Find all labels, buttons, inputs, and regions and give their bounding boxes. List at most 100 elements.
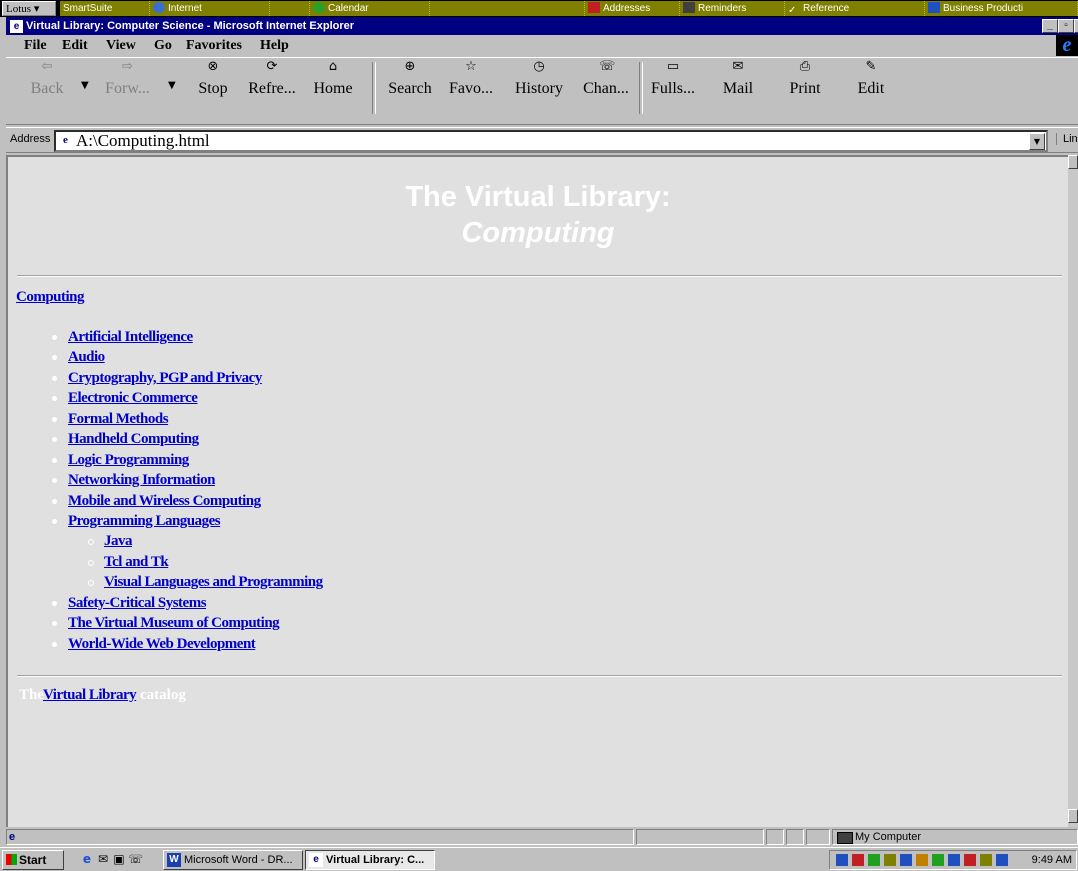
windows-logo-icon [6, 854, 17, 865]
scroll-down-button[interactable] [1068, 809, 1078, 823]
taskbar-button-ie[interactable]: e Virtual Library: C... [305, 850, 435, 870]
tray-icon[interactable] [836, 854, 848, 866]
vertical-scrollbar[interactable] [1068, 155, 1078, 827]
back-dropdown-icon[interactable]: ▼ [81, 80, 89, 91]
taskbar: Start e ✉ ▣ ☏ W Microsoft Word - DR... e… [0, 847, 1078, 871]
taskbar-button-word[interactable]: W Microsoft Word - DR... [163, 850, 303, 870]
status-cell [806, 829, 830, 845]
desktop-quicklaunch-icon[interactable]: ▣ [112, 852, 126, 866]
tray-icon[interactable] [932, 854, 944, 866]
list-item[interactable]: Cryptography, PGP and Privacy [68, 369, 262, 387]
sub-list-item[interactable]: Tcl and Tk [104, 553, 169, 571]
address-input[interactable]: e A:\Computing.html [54, 130, 1048, 152]
bullet [52, 621, 57, 626]
lotus-drawer-reference[interactable]: ✓ Reference [785, 1, 925, 16]
back-arrow-icon: ⇦ [41, 59, 53, 74]
list-item[interactable]: Handheld Computing [68, 430, 199, 448]
sub-list-item[interactable]: Visual Languages and Programming [104, 573, 323, 591]
standard-toolbar: ⇦ Back ▼ ⇨ Forw... ▼ ⊗ Stop ⟳ Refre... ⌂ Home… [6, 57, 1078, 125]
search-icon: ⊕ [404, 59, 416, 74]
bullet [52, 478, 57, 483]
mail-button[interactable]: ✉ Mail [721, 60, 755, 98]
status-progress-cell [636, 829, 764, 845]
forward-dropdown-icon[interactable]: ▼ [168, 80, 176, 91]
list-item[interactable]: Electronic Commerce [68, 389, 198, 407]
lotus-menu-button[interactable]: Lotus ▾ [2, 1, 56, 16]
history-button[interactable]: ◷ History [509, 60, 569, 98]
tray-icon[interactable] [900, 854, 912, 866]
mail-icon: ✉ [732, 59, 744, 74]
menu-help[interactable]: Help [260, 35, 289, 56]
bullet [52, 458, 57, 463]
tray-icon[interactable] [884, 854, 896, 866]
calendar-icon [313, 2, 325, 13]
stop-button[interactable]: ⊗ Stop [198, 60, 228, 98]
close-button[interactable] [1074, 19, 1078, 33]
print-button[interactable]: ⎙ Print [787, 60, 823, 98]
list-item[interactable]: The Virtual Museum of Computing [68, 614, 280, 632]
tray-icon[interactable] [948, 854, 960, 866]
edit-button[interactable]: ✎ Edit [856, 60, 886, 98]
system-tray: 9:49 AM [829, 850, 1077, 870]
window-title: Virtual Library: Computer Science - Micr… [26, 20, 355, 32]
stop-icon: ⊗ [207, 59, 219, 74]
back-button[interactable]: ⇦ Back [27, 60, 67, 98]
ie-quicklaunch-icon[interactable]: e [80, 852, 94, 866]
clock[interactable]: 9:49 AM [1032, 854, 1072, 866]
minimize-button[interactable]: _ [1042, 19, 1058, 33]
lotus-drawer-smartsuite[interactable]: SmartSuite [60, 1, 150, 16]
list-item[interactable]: Networking Information [68, 471, 215, 489]
list-item[interactable]: Mobile and Wireless Computing [68, 492, 261, 510]
list-item[interactable]: Formal Methods [68, 410, 169, 428]
channels-button[interactable]: ☏ Chan... [574, 60, 638, 98]
address-dropdown-icon[interactable]: ▼ [1029, 133, 1045, 150]
home-icon: ⌂ [328, 59, 338, 74]
lotus-drawer-reminders[interactable]: Reminders [680, 1, 785, 16]
virtual-library-link[interactable]: Virtual Library [43, 686, 137, 704]
sub-list-item[interactable]: Java [104, 532, 133, 550]
section-link-computing[interactable]: Computing [16, 288, 85, 306]
refresh-button[interactable]: ⟳ Refre... [244, 60, 300, 98]
refresh-icon: ⟳ [266, 59, 278, 74]
bullet [52, 499, 57, 504]
list-item[interactable]: Audio [68, 348, 105, 366]
list-item[interactable]: Logic Programming [68, 451, 189, 469]
lotus-drawer-internet[interactable]: Internet [150, 1, 270, 16]
lotus-drawer-addresses[interactable]: Addresses [585, 1, 680, 16]
links-button[interactable]: Links [1056, 133, 1078, 145]
favorites-button[interactable]: ☆ Favo... [443, 60, 499, 98]
window-title-bar[interactable]: e Virtual Library: Computer Science - Mi… [6, 17, 1078, 35]
page-icon: e [59, 134, 72, 147]
tray-icon[interactable] [964, 854, 976, 866]
channels-quicklaunch-icon[interactable]: ☏ [128, 852, 143, 866]
tray-icon[interactable] [868, 854, 880, 866]
bullet [52, 601, 57, 606]
list-item[interactable]: World-Wide Web Development [68, 635, 256, 653]
maximize-button[interactable]: ▫ [1058, 19, 1074, 33]
speaker-icon[interactable] [996, 854, 1008, 866]
list-item[interactable]: Artificial Intelligence [68, 328, 193, 346]
page-content: The Virtual Library: Computing Computing… [6, 155, 1068, 827]
lotus-drawer-calendar[interactable]: Calendar [310, 1, 430, 16]
list-item[interactable]: Safety-Critical Systems [68, 594, 207, 612]
lotus-drawer-business-productivity[interactable]: Business Producti [925, 1, 1078, 16]
fullscreen-button[interactable]: ▭ Fulls... [648, 60, 698, 98]
menu-favorites[interactable]: Favorites [186, 35, 242, 56]
search-button[interactable]: ⊕ Search [384, 60, 436, 98]
menu-edit[interactable]: Edit [62, 35, 88, 56]
tray-icon[interactable] [916, 854, 928, 866]
my-computer-icon [837, 832, 853, 844]
forward-button[interactable]: ⇨ Forw... [100, 60, 155, 98]
menu-view[interactable]: View [106, 35, 136, 56]
footer-prefix: The [19, 687, 45, 703]
tray-icon[interactable] [980, 854, 992, 866]
list-item[interactable]: Programming Languages [68, 512, 221, 530]
tray-icon[interactable] [852, 854, 864, 866]
outlook-quicklaunch-icon[interactable]: ✉ [96, 852, 110, 866]
scroll-up-button[interactable] [1068, 155, 1078, 169]
menu-go[interactable]: Go [154, 35, 172, 56]
ie-window-icon[interactable]: e [9, 19, 24, 34]
home-button[interactable]: ⌂ Home [309, 60, 357, 98]
start-button[interactable]: Start [2, 850, 64, 870]
menu-file[interactable]: File [24, 35, 47, 56]
